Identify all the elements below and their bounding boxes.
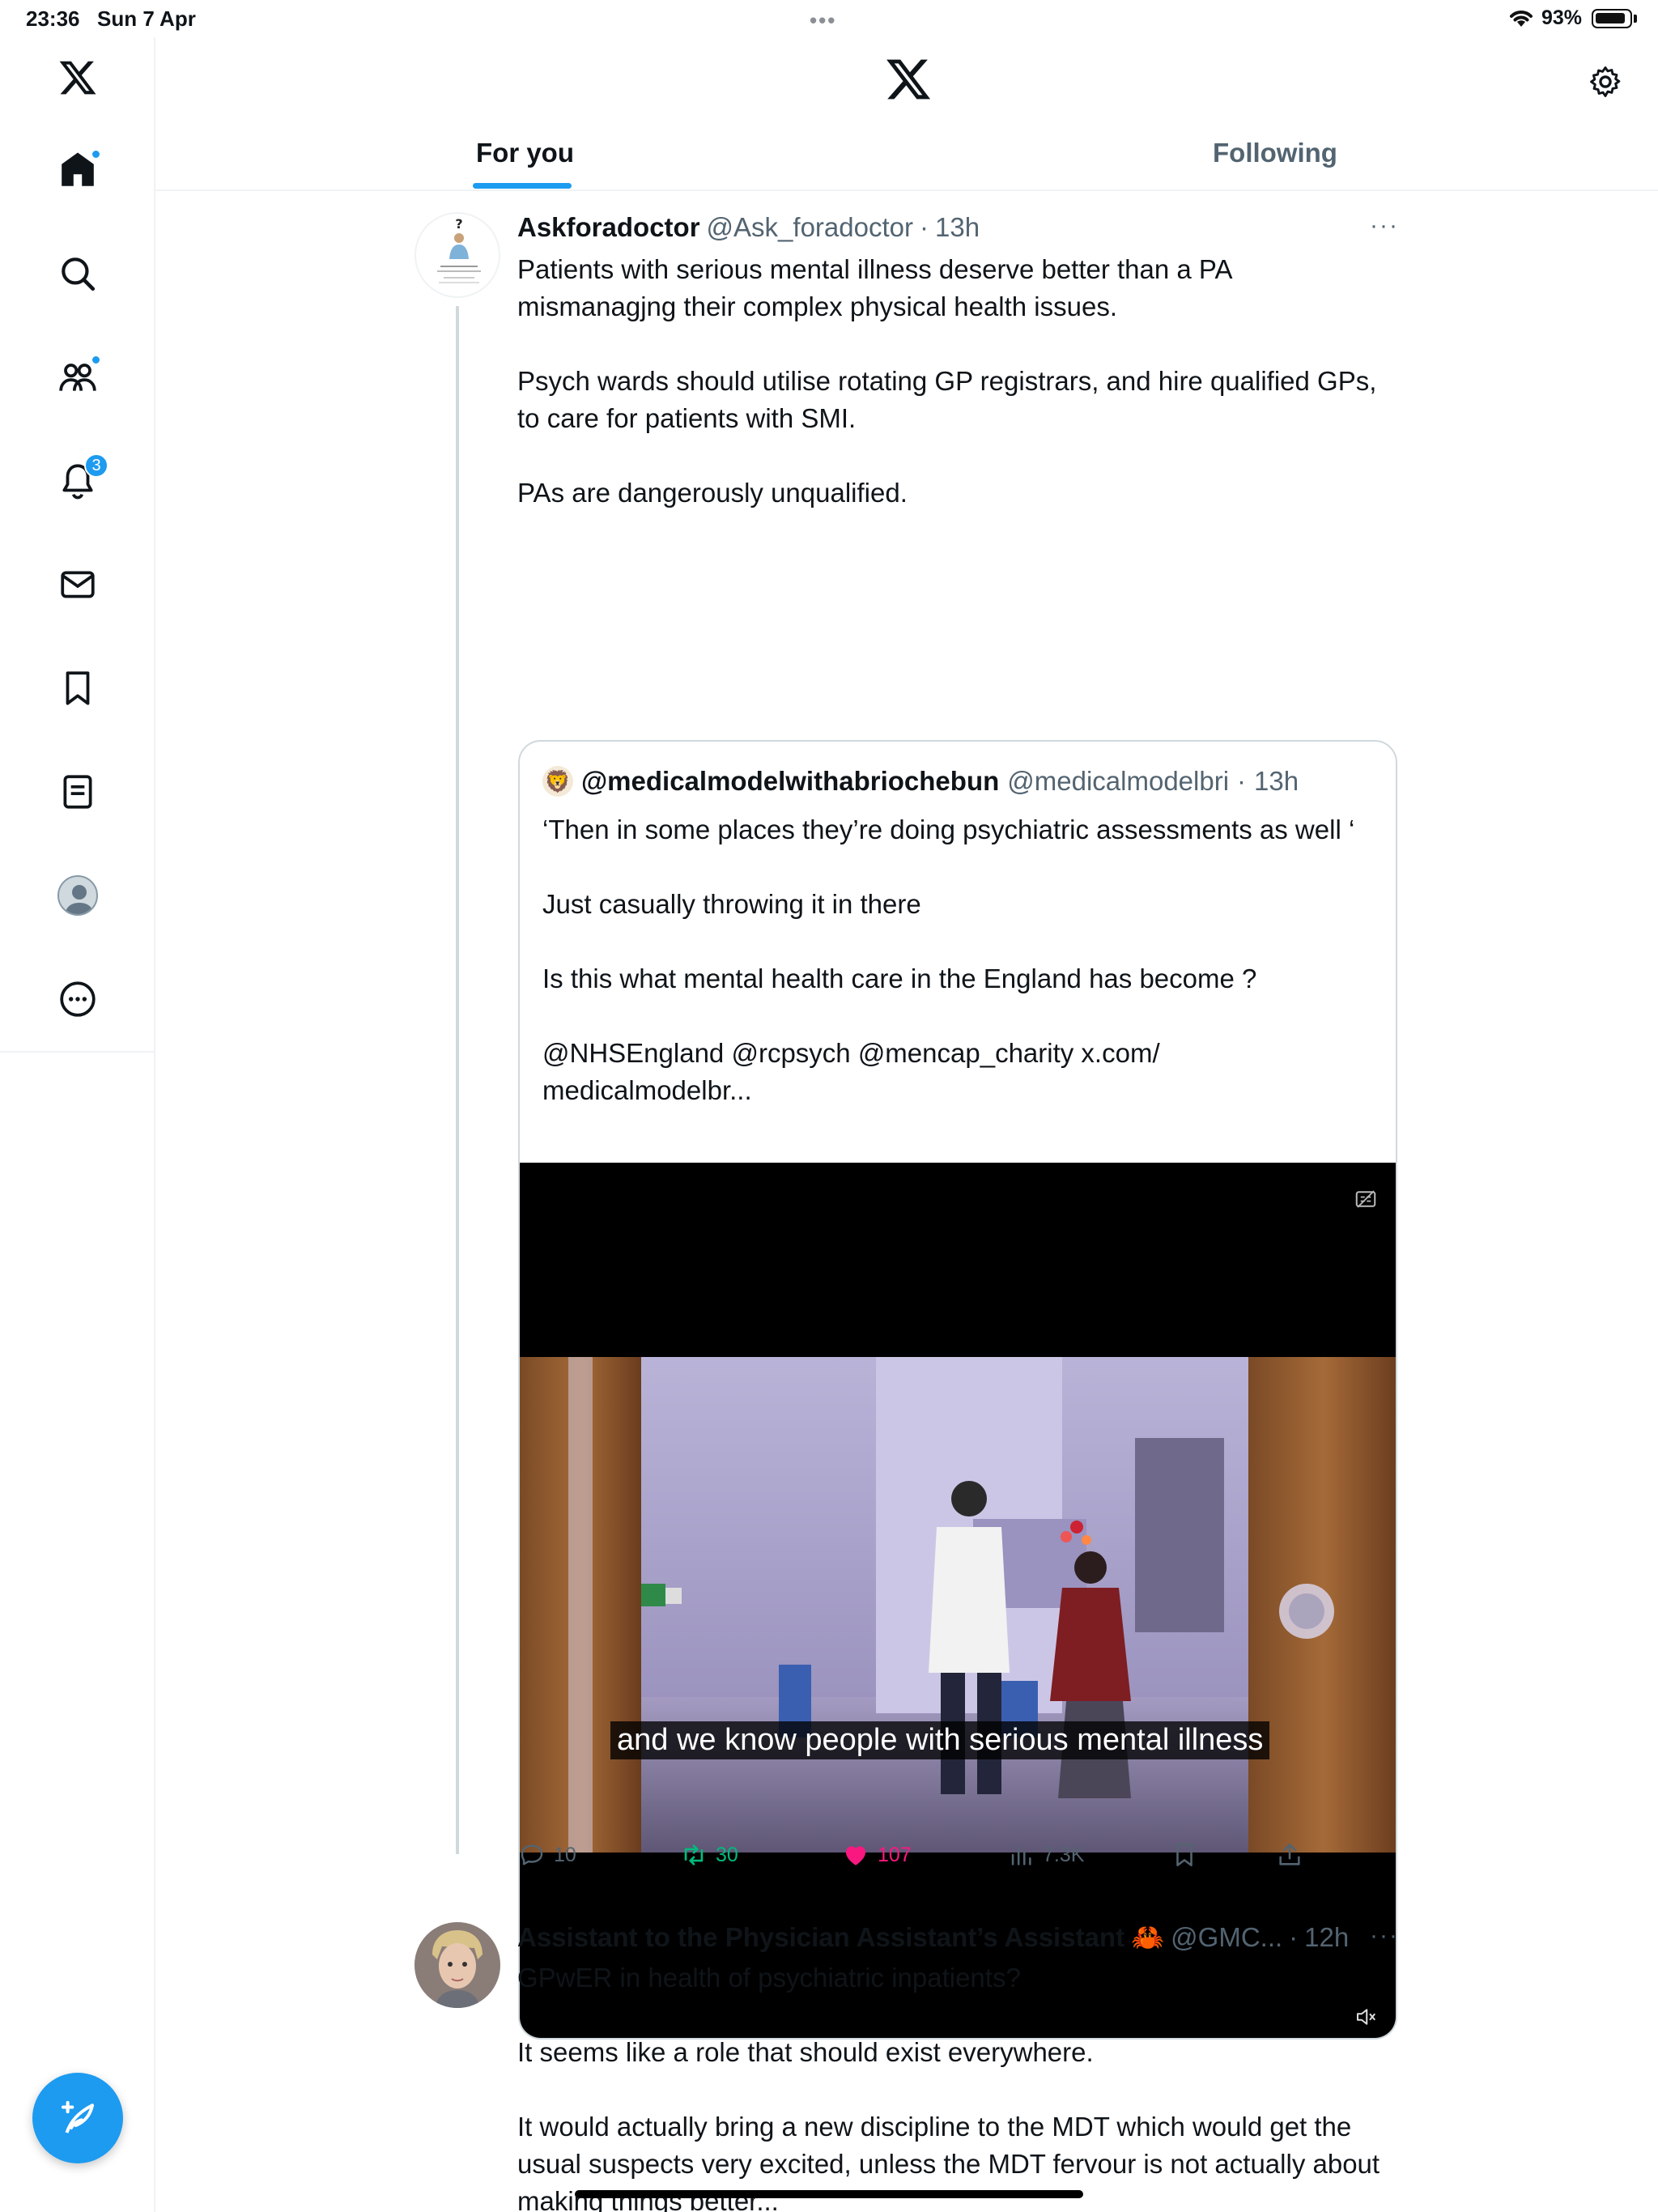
avatar[interactable]: ? <box>414 212 500 298</box>
sidebar-item-profile[interactable] <box>45 863 110 928</box>
quoted-tweet-text: ‘Then in some places they’re doing psych… <box>542 811 1376 1109</box>
retweet-icon <box>684 1844 704 1865</box>
analytics-bar-icon <box>1011 1845 1031 1865</box>
author-handle[interactable]: @Ask_foradoctor <box>707 212 913 243</box>
share-icon <box>1279 1843 1300 1865</box>
x-logo-icon <box>59 61 96 95</box>
quote-paragraph: @NHSEngland @rcpsych @mencap_charity x.c… <box>542 1038 1160 1105</box>
quote-paragraph: Is this what mental health care in the E… <box>542 963 1257 993</box>
wifi-icon <box>1510 11 1533 27</box>
compose-feather-icon <box>61 2100 95 2133</box>
heart-icon <box>845 1846 866 1865</box>
active-tab-indicator <box>473 183 572 189</box>
compose-button[interactable] <box>32 2073 123 2163</box>
video-caption: and we know people with serious mental i… <box>610 1721 1270 1759</box>
home-indicator[interactable] <box>575 2190 1083 2198</box>
multitasking-dots-icon[interactable]: ••• <box>810 8 836 33</box>
battery-percent: 93% <box>1541 6 1583 29</box>
tab-for-you[interactable]: For you <box>476 138 574 168</box>
author-name[interactable]: Askforadoctor <box>517 212 700 243</box>
reply-count: 10 <box>554 1843 576 1866</box>
views-count: 7.3K <box>1043 1843 1085 1866</box>
messages-icon <box>61 571 95 598</box>
captions-toggle-icon[interactable] <box>1354 1187 1378 1211</box>
thread-connector-line <box>456 306 459 1854</box>
tweet-paragraph: Psych wards should utilise rotating GP r… <box>517 366 1377 433</box>
reply-icon <box>521 1844 543 1865</box>
timeline-header: For you Following <box>155 37 1658 191</box>
retweet-button[interactable]: 30 <box>680 1841 738 1869</box>
sidebar-item-x-logo[interactable] <box>45 45 110 110</box>
like-count: 107 <box>878 1843 912 1866</box>
communities-notification-dot <box>91 355 101 365</box>
bookmark-button[interactable] <box>1171 1841 1198 1869</box>
profile-avatar-icon <box>57 875 98 916</box>
sidebar-item-home[interactable] <box>45 138 110 202</box>
search-icon <box>62 257 96 291</box>
svg-text:?: ? <box>455 216 462 232</box>
x-logo-icon[interactable] <box>884 55 933 104</box>
tweet-header: Assistant to the Physician Assistant’s A… <box>517 1922 1349 1958</box>
bookmark-icon <box>1176 1843 1192 1867</box>
tweet-action-bar: 10 30 107 7.3K <box>518 1841 1328 1874</box>
video-frame: and we know people with serious mental i… <box>520 1357 1396 1853</box>
tweet-more-button[interactable]: ··· <box>1370 212 1399 240</box>
quoted-timestamp: 13h <box>1254 766 1299 796</box>
avatar[interactable] <box>414 1922 500 2008</box>
quoted-author-handle[interactable]: @medicalmodelbri <box>1007 766 1229 797</box>
sidebar-item-search[interactable] <box>45 241 110 306</box>
home-notification-dot <box>91 149 101 160</box>
tweet-paragraph: PAs are dangerously unqualified. <box>517 478 908 508</box>
gear-icon <box>1590 66 1621 97</box>
battery-level <box>1596 13 1625 23</box>
tweet-paragraph: GPwER in health of psychiatric inpatient… <box>517 1963 1021 1993</box>
status-bar: 23:36 Sun 7 Apr ••• 93% <box>0 0 1658 37</box>
quoted-author-name[interactable]: @medicalmodelwithabriochebun <box>581 766 999 797</box>
author-handle[interactable]: @GMC... <box>1171 1922 1282 1953</box>
tweet-text: Patients with serious mental illness des… <box>517 251 1384 512</box>
tweet-timestamp[interactable]: 12h <box>1304 1922 1349 1953</box>
tweet-text: GPwER in health of psychiatric inpatient… <box>517 1959 1384 2212</box>
quoted-author-avatar[interactable]: 🦁 <box>542 766 573 797</box>
bookmark-icon <box>66 671 90 705</box>
retweet-count: 30 <box>716 1843 738 1866</box>
reply-button[interactable]: 10 <box>518 1841 576 1869</box>
lists-icon <box>63 775 92 809</box>
more-icon <box>60 981 96 1017</box>
sidebar-item-lists[interactable] <box>45 759 110 824</box>
separator-dot: · <box>1289 1922 1299 1952</box>
quoted-tweet-header: 🦁 @medicalmodelwithabriochebun @medicalm… <box>542 766 1299 797</box>
status-date: Sun 7 Apr <box>97 6 196 31</box>
views-button[interactable]: 7.3K <box>1007 1841 1084 1869</box>
author-name[interactable]: Assistant to the Physician Assistant’s A… <box>517 1922 1124 1953</box>
like-button[interactable]: 107 <box>842 1841 912 1869</box>
quote-paragraph: Just casually throwing it in there <box>542 889 921 919</box>
sidebar-item-communities[interactable] <box>45 345 110 410</box>
tweet-header: Askforadoctor @Ask_foradoctor · 13h <box>517 212 980 248</box>
sidebar-item-bookmarks[interactable] <box>45 656 110 721</box>
video-player[interactable]: and we know people with serious mental i… <box>520 1163 1396 2038</box>
video-still-image <box>520 1357 1396 1853</box>
tweet-paragraph: Patients with serious mental illness des… <box>517 254 1231 321</box>
sidebar-item-notifications[interactable]: 3 <box>45 449 110 513</box>
tab-following[interactable]: Following <box>1213 138 1337 168</box>
separator-dot: · <box>920 212 929 242</box>
battery-icon <box>1592 9 1632 28</box>
sidebar-item-messages[interactable] <box>45 552 110 617</box>
sidebar-nav: 3 <box>0 37 155 1053</box>
status-time: 23:36 <box>26 6 80 31</box>
quote-paragraph: ‘Then in some places they’re doing psych… <box>542 815 1355 844</box>
sidebar-rail <box>0 1053 155 2212</box>
crab-emoji-icon: 🦀 <box>1131 1922 1165 1952</box>
settings-button[interactable] <box>1577 53 1634 110</box>
battery-nub <box>1634 15 1637 23</box>
share-button[interactable] <box>1276 1841 1303 1869</box>
tweet-timestamp[interactable]: 13h <box>935 212 980 243</box>
notifications-count-badge: 3 <box>84 453 108 478</box>
sidebar-item-more[interactable] <box>45 967 110 1032</box>
separator-dot: · <box>1237 766 1247 796</box>
tweet-paragraph: It seems like a role that should exist e… <box>517 2037 1094 2067</box>
tweet-more-button[interactable]: ··· <box>1370 1922 1399 1950</box>
